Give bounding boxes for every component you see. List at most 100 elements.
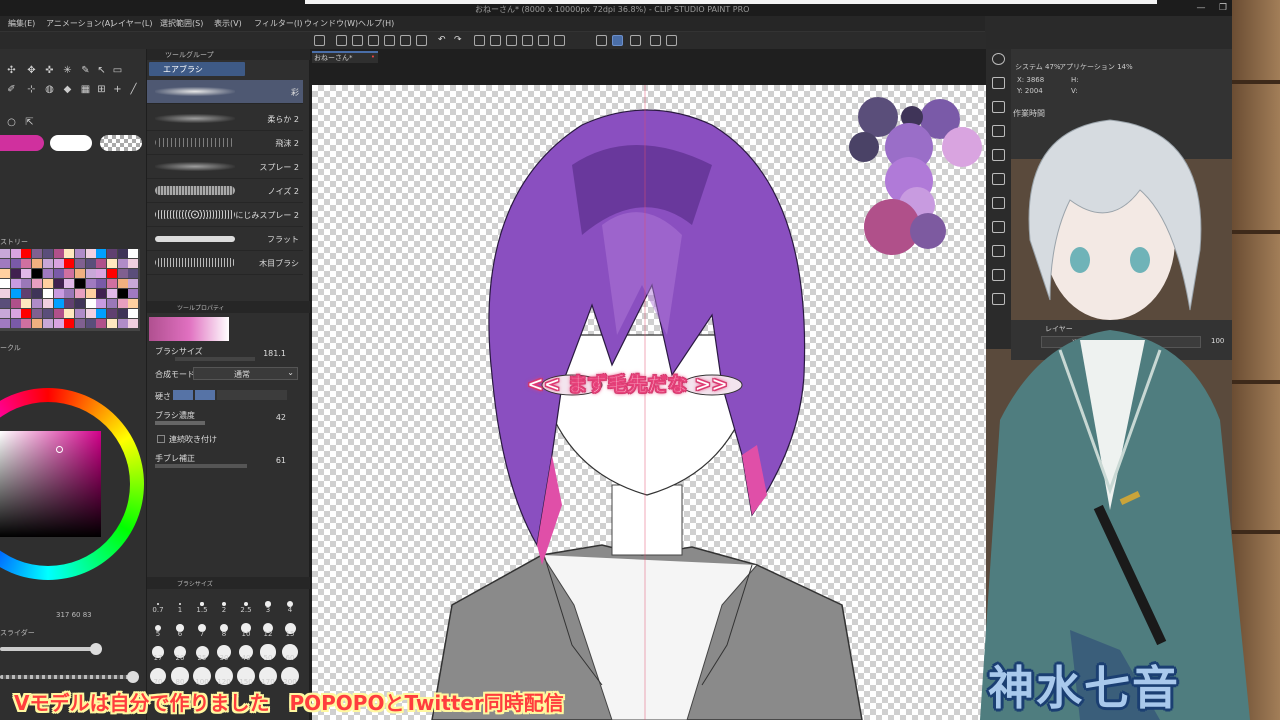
color-set-swatch[interactable] <box>117 319 128 328</box>
color-set-swatch[interactable] <box>42 259 53 268</box>
brush-item-7[interactable]: 木目ブラシ <box>147 251 303 275</box>
rotate-view-icon[interactable] <box>650 35 661 46</box>
color-set-swatch[interactable] <box>21 259 32 268</box>
menu-help[interactable]: ヘルプ(H) <box>358 18 394 29</box>
color-set-swatch[interactable] <box>64 319 75 328</box>
maximize-icon[interactable]: ❐ <box>1218 3 1228 13</box>
marquee-icon[interactable]: ▭ <box>112 65 123 76</box>
color-set-swatch[interactable] <box>42 289 53 298</box>
brush-item-0[interactable]: 彩 <box>147 80 303 104</box>
hardness-step-1[interactable] <box>173 390 193 400</box>
menu-filter[interactable]: フィルター(I) <box>254 18 302 29</box>
grid-snap-icon[interactable] <box>630 35 641 46</box>
zoom-tool-icon[interactable]: ✣ <box>6 65 17 76</box>
color-set-swatch[interactable] <box>85 269 96 278</box>
color-set-swatch[interactable] <box>128 309 139 318</box>
color-set-swatch[interactable] <box>32 269 43 278</box>
open-file-icon[interactable] <box>336 35 347 46</box>
hardness-step-2[interactable] <box>195 390 215 400</box>
color-set-swatch[interactable] <box>32 319 43 328</box>
color-set-swatch[interactable] <box>107 299 117 308</box>
color-set-swatch[interactable] <box>10 299 21 308</box>
color-set-swatch[interactable] <box>117 249 128 258</box>
color-set-swatch[interactable] <box>64 249 75 258</box>
brush-item-1[interactable]: 柔らか 2 <box>147 107 303 131</box>
layer-move-icon[interactable]: ✜ <box>44 65 55 76</box>
menu-animation[interactable]: アニメーション(A) <box>46 18 113 29</box>
show-selection-icon[interactable] <box>554 35 565 46</box>
color-set-swatch[interactable] <box>42 279 53 288</box>
color-set-swatch[interactable] <box>32 279 43 288</box>
color-set-swatch[interactable] <box>64 279 75 288</box>
color-set-swatch[interactable] <box>42 269 53 278</box>
menu-layer[interactable]: レイヤー(L) <box>110 18 152 29</box>
color-set-swatch[interactable] <box>117 299 128 308</box>
hue-slider-knob[interactable] <box>90 643 102 655</box>
color-set-swatch[interactable] <box>0 269 10 278</box>
fill-icon[interactable] <box>490 35 501 46</box>
color-set-swatch[interactable] <box>96 299 107 308</box>
color-set-swatch[interactable] <box>85 249 96 258</box>
color-set-swatch[interactable] <box>0 279 10 288</box>
color-set-swatch[interactable] <box>128 299 139 308</box>
color-set-swatch[interactable] <box>0 259 10 268</box>
color-set-swatch[interactable] <box>32 309 43 318</box>
color-set-swatch[interactable] <box>96 309 107 318</box>
color-set-swatch[interactable] <box>21 269 32 278</box>
color-set-swatch[interactable] <box>96 279 107 288</box>
color-set-swatch[interactable] <box>53 249 64 258</box>
color-set-swatch[interactable] <box>21 309 32 318</box>
color-set-swatch[interactable] <box>85 299 96 308</box>
blend-mode-select[interactable]: 通常 ⌄ <box>193 367 298 380</box>
color-set-swatch[interactable] <box>10 289 21 298</box>
color-set-swatch[interactable] <box>74 319 85 328</box>
new-canvas-icon[interactable] <box>314 35 325 46</box>
color-set-swatch[interactable] <box>128 259 139 268</box>
minimize-icon[interactable]: — <box>1196 3 1206 13</box>
hardness-steps-rest[interactable] <box>217 390 287 400</box>
color-set-swatch[interactable] <box>107 289 117 298</box>
color-set-grid[interactable] <box>0 249 140 331</box>
color-set-swatch[interactable] <box>85 259 96 268</box>
menu-window[interactable]: ウィンドウ(W) <box>304 18 358 29</box>
figure-tool-icon[interactable]: + <box>112 84 123 95</box>
color-set-swatch[interactable] <box>10 249 21 258</box>
menu-selection[interactable]: 選択範囲(S) <box>160 18 203 29</box>
blend-mode-row[interactable]: 合成モード 通常 ⌄ <box>155 367 300 391</box>
canvas-tab[interactable]: おねーさん* • <box>312 51 378 63</box>
continuous-checkbox[interactable] <box>157 435 165 443</box>
color-set-swatch[interactable] <box>74 309 85 318</box>
color-set-swatch[interactable] <box>53 299 64 308</box>
color-set-swatch[interactable] <box>53 269 64 278</box>
color-set-swatch[interactable] <box>128 279 139 288</box>
stabilization-row[interactable]: 手ブレ補正 61 <box>155 453 300 475</box>
menu-view[interactable]: 表示(V) <box>214 18 242 29</box>
color-set-swatch[interactable] <box>85 309 96 318</box>
color-set-swatch[interactable] <box>107 309 117 318</box>
undo-icon[interactable]: ↶ <box>438 35 449 46</box>
color-set-swatch[interactable] <box>96 249 107 258</box>
color-set-swatch[interactable] <box>74 259 85 268</box>
color-set-swatch[interactable] <box>74 269 85 278</box>
reference-icon[interactable] <box>666 35 677 46</box>
color-set-swatch[interactable] <box>10 279 21 288</box>
color-set-swatch[interactable] <box>53 319 64 328</box>
color-set-swatch[interactable] <box>0 309 10 318</box>
color-set-swatch[interactable] <box>64 269 75 278</box>
brush-item-2[interactable]: 飛沫 2 <box>147 131 303 155</box>
eyedropper-icon[interactable]: ✎ <box>80 65 91 76</box>
paste-icon[interactable] <box>416 35 427 46</box>
brush-item-6[interactable]: フラット <box>147 227 303 251</box>
color-set-swatch[interactable] <box>0 299 10 308</box>
density-slider[interactable] <box>155 421 205 425</box>
color-picker-cursor[interactable] <box>56 446 63 453</box>
color-set-swatch[interactable] <box>74 249 85 258</box>
deselect-icon[interactable] <box>522 35 533 46</box>
color-set-swatch[interactable] <box>64 289 75 298</box>
sub-color-swatch[interactable] <box>50 135 92 151</box>
transparent-swatch[interactable] <box>100 135 142 151</box>
color-set-swatch[interactable] <box>96 319 107 328</box>
stabilization-value[interactable]: 61 <box>276 456 286 465</box>
color-set-swatch[interactable] <box>10 259 21 268</box>
color-set-swatch[interactable] <box>117 259 128 268</box>
